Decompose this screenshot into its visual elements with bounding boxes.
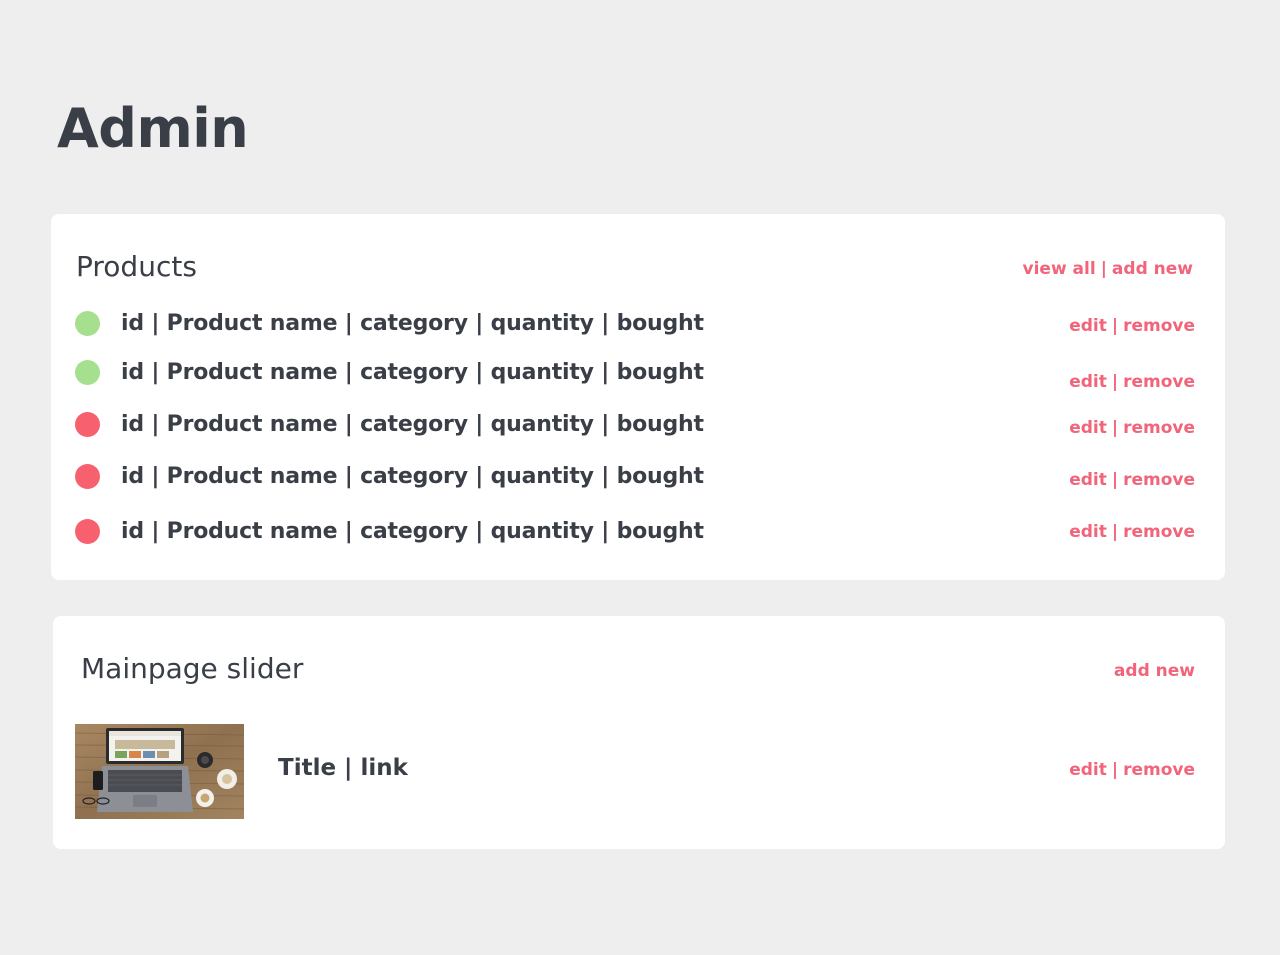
product-row-actions: edit | remove xyxy=(1069,521,1195,543)
edit-link[interactable]: edit xyxy=(1069,315,1107,337)
products-card: Products view all | add new id | Product… xyxy=(51,214,1225,580)
product-row-text: id | Product name | category | quantity … xyxy=(121,464,704,489)
product-row-actions: edit | remove xyxy=(1069,371,1195,393)
remove-link[interactable]: remove xyxy=(1123,371,1195,393)
remove-link[interactable]: remove xyxy=(1123,315,1195,337)
laptop-on-desk-photo-icon xyxy=(75,724,244,819)
product-row: id | Product name | category | quantity … xyxy=(75,462,1195,492)
separator: | xyxy=(1111,316,1119,336)
product-row-text: id | Product name | category | quantity … xyxy=(121,360,704,385)
edit-link[interactable]: edit xyxy=(1069,759,1107,781)
view-all-link[interactable]: view all xyxy=(1023,258,1096,280)
product-row: id | Product name | category | quantity … xyxy=(75,309,1195,339)
slide-item-actions: edit | remove xyxy=(1069,759,1195,781)
remove-link[interactable]: remove xyxy=(1123,759,1195,781)
slider-card: Mainpage slider add new Title | link edi… xyxy=(53,616,1225,849)
add-new-slide-link[interactable]: add new xyxy=(1114,660,1195,682)
edit-link[interactable]: edit xyxy=(1069,417,1107,439)
edit-link[interactable]: edit xyxy=(1069,469,1107,491)
products-header-actions: view all | add new xyxy=(1023,258,1194,280)
separator: | xyxy=(1111,522,1119,542)
slider-header-actions: add new xyxy=(1114,660,1195,682)
edit-link[interactable]: edit xyxy=(1069,371,1107,393)
status-indicator-icon xyxy=(75,519,100,544)
status-indicator-icon xyxy=(75,412,100,437)
slide-item-text: Title | link xyxy=(278,755,408,781)
page-title: Admin xyxy=(57,97,249,160)
add-new-product-link[interactable]: add new xyxy=(1112,258,1193,280)
product-row-text: id | Product name | category | quantity … xyxy=(121,412,704,437)
separator: | xyxy=(1111,760,1119,780)
product-row-actions: edit | remove xyxy=(1069,315,1195,337)
product-row-text: id | Product name | category | quantity … xyxy=(121,311,704,336)
slider-title: Mainpage slider xyxy=(81,652,304,685)
remove-link[interactable]: remove xyxy=(1123,417,1195,439)
separator: | xyxy=(1100,259,1107,279)
product-row-actions: edit | remove xyxy=(1069,469,1195,491)
product-row: id | Product name | category | quantity … xyxy=(75,358,1195,392)
separator: | xyxy=(1111,418,1119,438)
status-indicator-icon xyxy=(75,311,100,336)
separator: | xyxy=(1111,372,1119,392)
status-indicator-icon xyxy=(75,360,100,385)
edit-link[interactable]: edit xyxy=(1069,521,1107,543)
product-row: id | Product name | category | quantity … xyxy=(75,517,1195,547)
slide-item: Title | link edit | remove xyxy=(75,724,1195,819)
status-indicator-icon xyxy=(75,464,100,489)
product-row-text: id | Product name | category | quantity … xyxy=(121,519,704,544)
separator: | xyxy=(1111,470,1119,490)
remove-link[interactable]: remove xyxy=(1123,521,1195,543)
product-row: id | Product name | category | quantity … xyxy=(75,410,1195,440)
remove-link[interactable]: remove xyxy=(1123,469,1195,491)
products-title: Products xyxy=(76,250,197,283)
product-row-actions: edit | remove xyxy=(1069,417,1195,439)
